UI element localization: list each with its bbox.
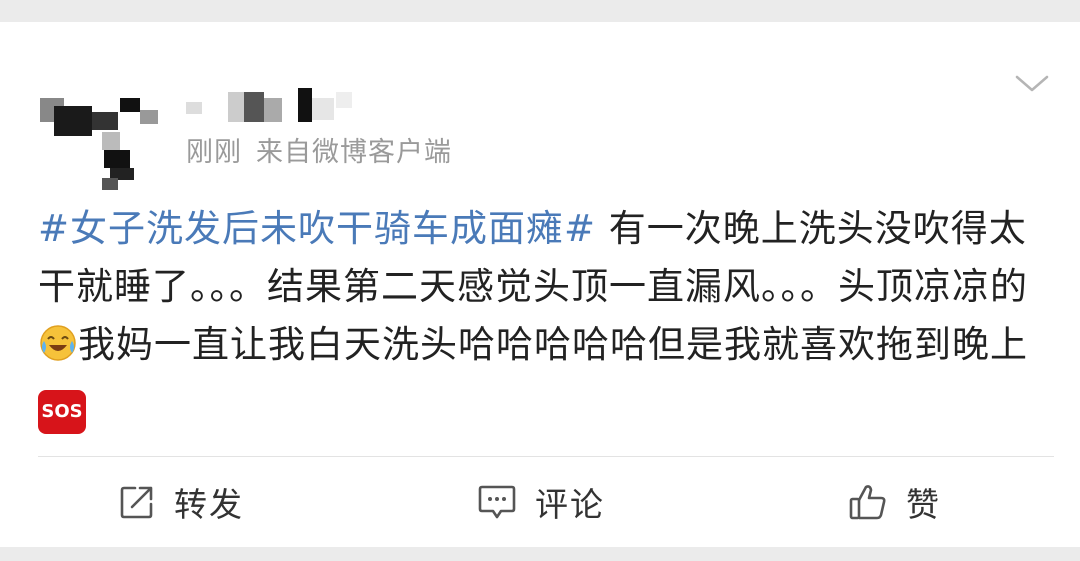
weibo-post-card: 刚刚 来自微博客户端 #女子洗发后未吹干骑车成面瘫# 有一次晚上洗头没吹得太干就睡… [0, 22, 1080, 547]
post-source[interactable]: 来自微博客户端 [256, 137, 452, 168]
thumbs-up-icon [848, 482, 888, 522]
avatar[interactable] [40, 70, 160, 190]
post-meta: 刚刚 来自微博客户端 [186, 130, 452, 169]
crying-laughing-emoji-icon [38, 322, 78, 362]
repost-button[interactable]: 转发 [118, 477, 244, 527]
hashtag-link[interactable]: #女子洗发后未吹干骑车成面瘫# [38, 207, 596, 250]
post-time: 刚刚 [186, 137, 242, 168]
comment-icon [477, 483, 517, 521]
comment-button[interactable]: 评论 [477, 477, 605, 527]
comment-label: 评论 [535, 485, 605, 524]
sos-emoji-icon: SOS [38, 390, 86, 434]
repost-icon [118, 483, 156, 521]
like-button[interactable]: 赞 [848, 477, 941, 527]
post-text-part2: 我妈一直让我白天洗头哈哈哈哈哈但是我就喜欢拖到晚上 [78, 323, 1028, 366]
action-bar: 转发 评论 赞 [0, 457, 1080, 547]
username-censored[interactable] [186, 86, 366, 126]
like-label: 赞 [906, 485, 941, 524]
post-body: #女子洗发后未吹干骑车成面瘫# 有一次晚上洗头没吹得太干就睡了。。。结果第二天感… [38, 200, 1048, 434]
more-chevron-down-icon[interactable] [1014, 72, 1050, 96]
repost-label: 转发 [174, 485, 244, 524]
